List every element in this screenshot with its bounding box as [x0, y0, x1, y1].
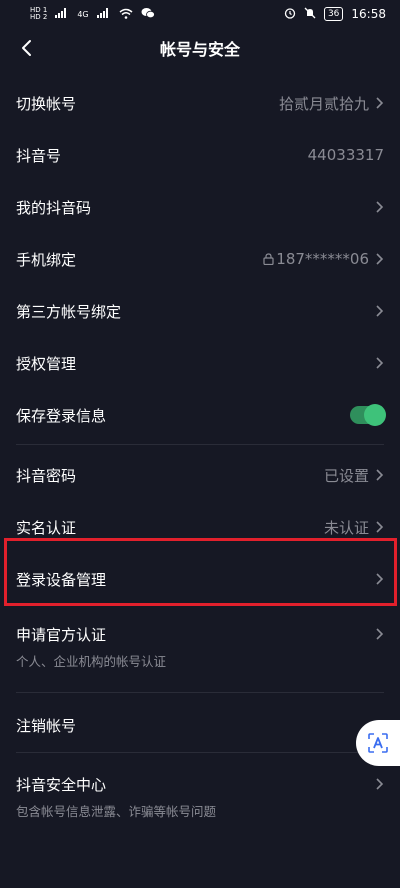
switch-account-value: 拾贰月贰拾九 — [278, 94, 369, 113]
phone-binding-row[interactable]: 手机绑定 187******06 — [0, 236, 400, 282]
section-divider — [16, 692, 384, 693]
real-name-value: 未认证 — [323, 518, 369, 537]
douyin-id-row: 抖音号 44033317 — [0, 132, 400, 178]
authorization-label: 授权管理 — [16, 354, 77, 373]
security-center-label: 抖音安全中心 — [16, 776, 107, 794]
chevron-right-icon — [376, 97, 384, 109]
switch-account-row[interactable]: 切换帐号 拾贰月贰拾九 — [0, 80, 400, 126]
clock: 16:58 — [351, 7, 386, 21]
real-name-label: 实名认证 — [16, 518, 77, 537]
signal-icon — [55, 8, 69, 20]
chevron-right-icon — [376, 357, 384, 369]
official-cert-subtitle: 个人、企业机构的帐号认证 — [16, 654, 167, 669]
chevron-right-icon — [376, 201, 384, 213]
chevron-right-icon — [376, 305, 384, 317]
password-label: 抖音密码 — [16, 466, 77, 485]
battery-icon: 36 — [323, 7, 344, 21]
status-right: 36 16:58 — [284, 7, 386, 22]
page-title: 帐号与安全 — [159, 40, 240, 59]
lock-icon — [263, 253, 274, 265]
chevron-right-icon — [376, 469, 384, 481]
official-cert-row[interactable]: 申请官方认证 个人、企业机构的帐号认证 — [0, 624, 400, 680]
wifi-icon — [119, 8, 133, 21]
status-left: HD 1 HD 2 4G — [30, 7, 155, 21]
section-divider — [16, 752, 384, 753]
security-center-subtitle: 包含帐号信息泄露、诈骗等帐号问题 — [16, 804, 217, 819]
my-qr-label: 我的抖音码 — [16, 198, 92, 217]
section-divider — [16, 444, 384, 445]
mute-icon — [304, 7, 316, 22]
highlight-box — [4, 538, 397, 606]
chevron-right-icon — [376, 253, 384, 265]
chevron-right-icon — [376, 778, 384, 790]
security-center-row[interactable]: 抖音安全中心 包含帐号信息泄露、诈骗等帐号问题 — [0, 774, 400, 830]
alarm-icon — [284, 7, 296, 22]
cancel-account-label: 注销帐号 — [16, 716, 77, 735]
network-label: 4G — [77, 9, 89, 19]
sim-indicators: HD 1 HD 2 — [30, 7, 47, 21]
status-bar: HD 1 HD 2 4G 36 16:58 — [0, 0, 400, 28]
save-login-toggle[interactable] — [350, 404, 386, 426]
nav-bar: 帐号与安全 — [0, 28, 400, 68]
floating-translate-button[interactable] — [356, 720, 400, 766]
my-qr-row[interactable]: 我的抖音码 — [0, 184, 400, 230]
wechat-icon — [141, 7, 155, 21]
official-cert-label: 申请官方认证 — [16, 626, 107, 644]
phone-binding-value: 187******06 — [276, 250, 369, 268]
switch-account-label: 切换帐号 — [16, 94, 77, 113]
third-party-row[interactable]: 第三方帐号绑定 — [0, 288, 400, 334]
password-row[interactable]: 抖音密码 已设置 — [0, 452, 400, 498]
chevron-left-icon — [22, 40, 31, 56]
save-login-row: 保存登录信息 — [0, 392, 400, 438]
toggle-knob — [364, 404, 386, 426]
save-login-label: 保存登录信息 — [16, 406, 107, 425]
douyin-id-value: 44033317 — [307, 146, 384, 164]
back-button[interactable] — [12, 34, 40, 62]
third-party-label: 第三方帐号绑定 — [16, 302, 122, 321]
authorization-row[interactable]: 授权管理 — [0, 340, 400, 386]
text-recognition-icon — [368, 733, 388, 753]
cancel-account-row[interactable]: 注销帐号 — [0, 702, 400, 748]
chevron-right-icon — [376, 521, 384, 533]
signal-icon-2 — [96, 8, 111, 20]
chevron-right-icon — [376, 628, 384, 640]
phone-binding-label: 手机绑定 — [16, 250, 77, 269]
sim2-label: HD 2 — [30, 13, 48, 21]
password-value: 已设置 — [323, 466, 369, 485]
douyin-id-label: 抖音号 — [16, 146, 62, 165]
